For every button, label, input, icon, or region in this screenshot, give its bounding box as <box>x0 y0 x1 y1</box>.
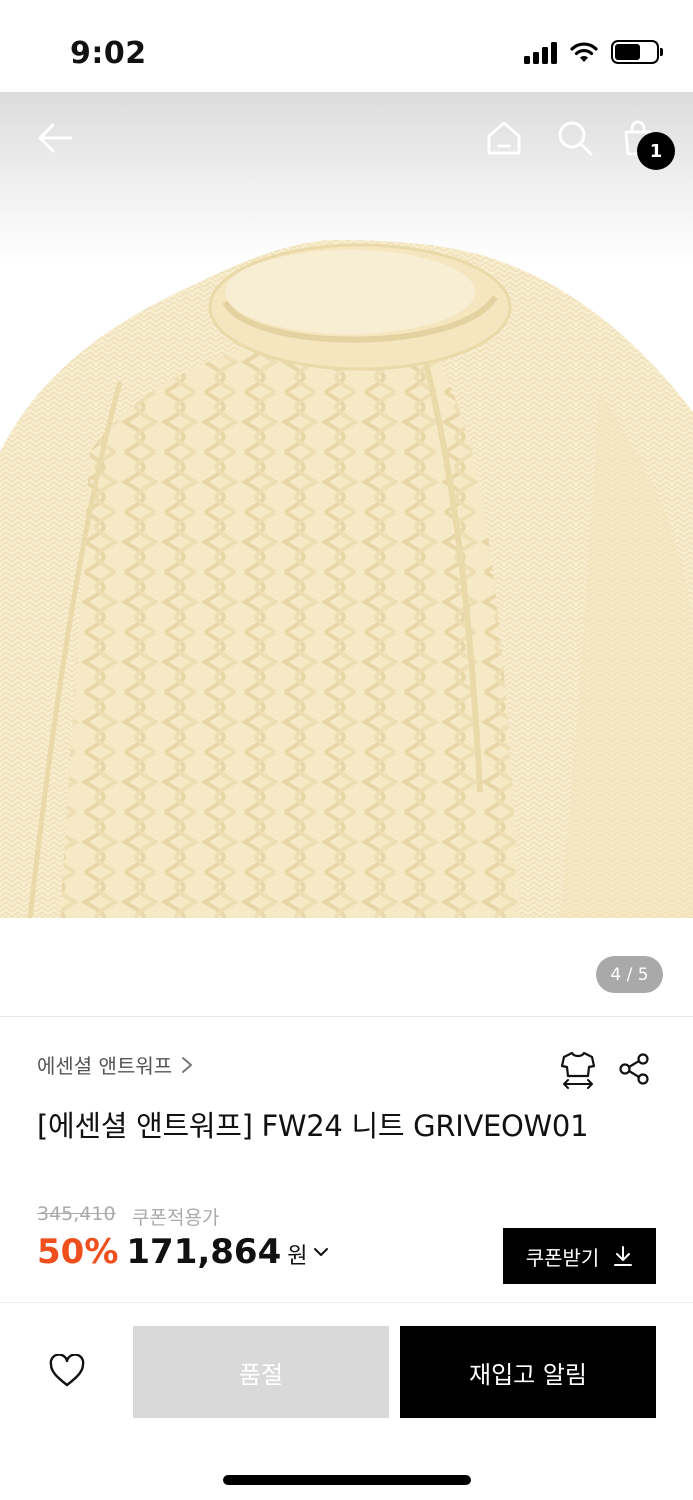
search-button[interactable] <box>549 112 601 164</box>
cart-count-badge: 1 <box>637 132 675 170</box>
home-icon <box>487 121 521 155</box>
product-image[interactable] <box>0 92 693 918</box>
get-coupon-label: 쿠폰받기 <box>525 1245 600 1270</box>
gallery-page-indicator: 4 / 5 <box>596 956 663 993</box>
back-arrow-icon <box>38 123 73 153</box>
back-button[interactable] <box>29 112 81 164</box>
wifi-icon <box>570 42 598 62</box>
sold-out-button[interactable]: 품절 <box>133 1326 389 1418</box>
currency-unit: 원 <box>287 1244 308 1269</box>
price-row: 50% 171,864 원 <box>37 1232 330 1272</box>
status-bar: 9:02 <box>0 0 693 92</box>
share-button[interactable] <box>612 1047 656 1091</box>
restock-alert-button[interactable]: 재입고 알림 <box>400 1326 656 1418</box>
share-icon <box>619 1053 649 1085</box>
battery-icon <box>611 40 663 64</box>
search-icon <box>558 121 593 156</box>
size-guide-icon <box>560 1051 596 1089</box>
price-detail-chevron-icon <box>313 1248 328 1256</box>
section-divider <box>0 1016 693 1017</box>
sweater-photo <box>0 240 693 918</box>
size-guide-button[interactable] <box>556 1047 600 1091</box>
wishlist-button[interactable] <box>44 1348 90 1394</box>
status-time: 9:02 <box>70 36 147 71</box>
sale-price: 171,864 <box>126 1232 282 1272</box>
heart-icon <box>49 1354 85 1387</box>
top-navigation <box>0 92 693 187</box>
get-coupon-button[interactable]: 쿠폰받기 <box>503 1228 656 1284</box>
coupon-price-label: 쿠폰적용가 <box>132 1207 220 1229</box>
brand-name: 에센셜 앤트워프 <box>37 1054 173 1078</box>
home-indicator <box>223 1475 471 1485</box>
download-icon <box>614 1246 633 1266</box>
brand-chevron-icon <box>182 1056 193 1073</box>
original-price: 345,410 <box>37 1203 116 1225</box>
product-title: [에센셜 앤트워프] FW24 니트 GRIVEOW01 <box>37 1109 589 1143</box>
price-detail-toggle[interactable] <box>312 1245 330 1259</box>
status-icons <box>524 40 663 64</box>
discount-rate: 50% <box>37 1232 119 1272</box>
cellular-signal-icon <box>524 40 557 64</box>
brand-link[interactable]: 에센셜 앤트워프 <box>37 1050 194 1079</box>
home-button[interactable] <box>478 112 530 164</box>
